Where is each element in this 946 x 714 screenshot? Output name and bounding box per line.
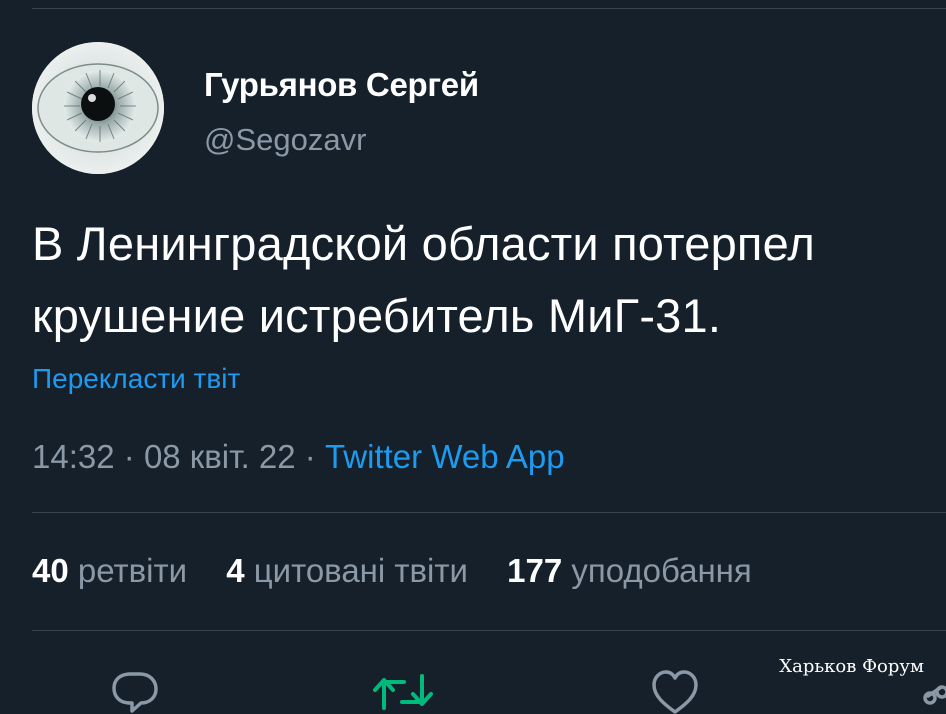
tweet-text-line: крушение истребитель МиГ-31. <box>32 289 722 342</box>
likes-label: уподобання <box>571 552 752 589</box>
watermark: Харьков Форум <box>779 656 924 677</box>
share-icon <box>923 685 946 705</box>
retweet-icon <box>373 674 433 710</box>
avatar[interactable] <box>32 42 164 174</box>
tweet-text-line: В Ленинградской области потерпел <box>32 217 815 270</box>
tweet-source-link[interactable]: Twitter Web App <box>325 438 565 475</box>
retweet-button[interactable] <box>370 668 433 714</box>
like-button[interactable] <box>650 668 700 714</box>
quotes-label: цитовані твіти <box>253 552 468 589</box>
tweet-meta: 14:32 · 08 квіт. 22 · Twitter Web App <box>32 438 565 476</box>
quotes-count: 4 <box>226 552 245 589</box>
share-button[interactable] <box>922 668 946 714</box>
reply-button[interactable] <box>110 668 160 714</box>
retweets-count: 40 <box>32 552 69 589</box>
stats-top-divider <box>32 512 946 513</box>
author-handle[interactable]: @Segozavr <box>204 122 366 158</box>
tweet-text: В Ленинградской области потерпел крушени… <box>32 208 946 352</box>
retweets-label: ретвіти <box>77 552 188 589</box>
retweets-stat[interactable]: 40 ретвіти <box>32 552 187 589</box>
top-divider <box>32 8 946 9</box>
likes-count: 177 <box>507 552 563 589</box>
tweet-date[interactable]: 08 квіт. 22 <box>144 438 296 475</box>
tweet-stats: 40 ретвіти 4 цитовані твіти 177 уподобан… <box>32 552 782 590</box>
eye-avatar-icon <box>32 42 164 174</box>
meta-separator: · <box>123 438 135 475</box>
quotes-stat[interactable]: 4 цитовані твіти <box>226 552 468 589</box>
heart-icon <box>652 670 698 714</box>
stats-bottom-divider <box>32 630 946 631</box>
likes-stat[interactable]: 177 уподобання <box>507 552 752 589</box>
meta-separator: · <box>304 438 316 475</box>
author-name[interactable]: Гурьянов Сергей <box>204 66 479 104</box>
reply-icon <box>112 672 158 713</box>
translate-link[interactable]: Перекласти твіт <box>32 363 240 395</box>
tweet-time[interactable]: 14:32 <box>32 438 115 475</box>
